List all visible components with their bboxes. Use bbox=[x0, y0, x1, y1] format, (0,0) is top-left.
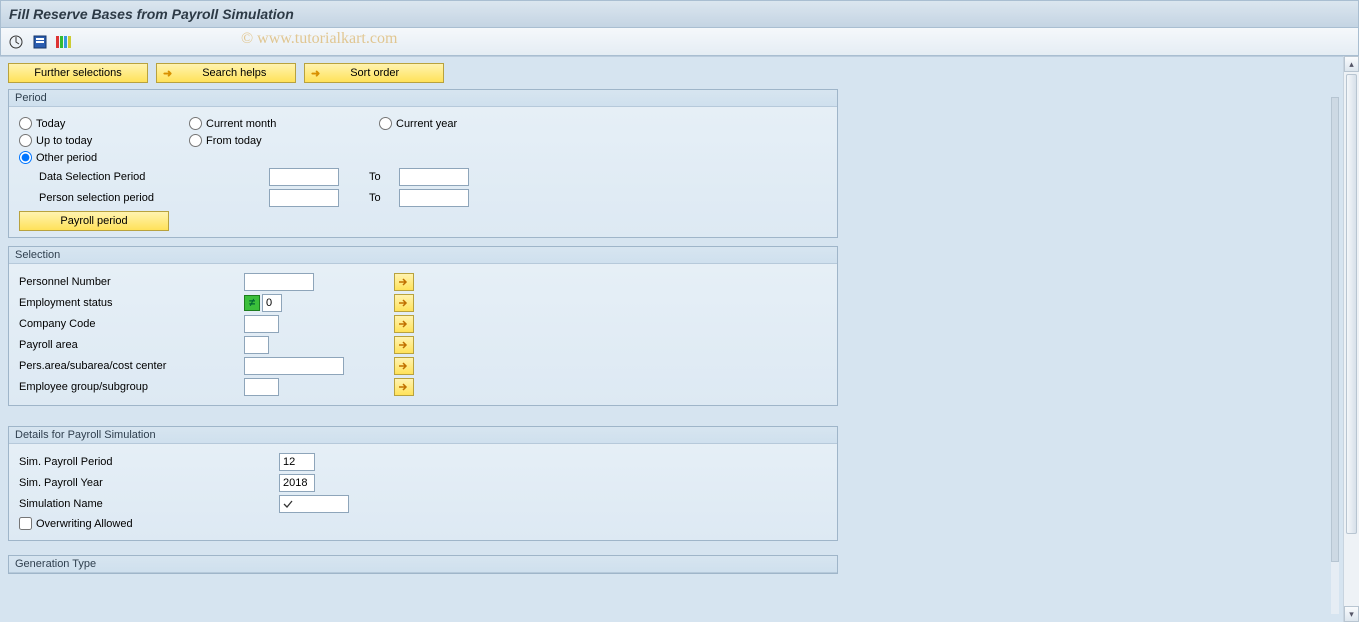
person-selection-from-input[interactable] bbox=[269, 189, 339, 207]
arrow-right-icon: ➜ bbox=[311, 67, 320, 80]
selection-group-title: Selection bbox=[9, 247, 837, 264]
payroll-period-label: Payroll period bbox=[60, 215, 127, 227]
personnel-number-multi-button[interactable] bbox=[394, 273, 414, 291]
sort-order-button[interactable]: ➜ Sort order bbox=[304, 63, 444, 83]
not-equal-icon[interactable]: ≠ bbox=[244, 295, 260, 311]
generation-type-title: Generation Type bbox=[9, 556, 837, 573]
window-scrollbar[interactable]: ▴ ▾ bbox=[1343, 56, 1359, 622]
search-helps-button[interactable]: ➜ Search helps bbox=[156, 63, 296, 83]
main-content: Further selections ➜ Search helps ➜ Sort… bbox=[0, 56, 1359, 622]
period-group: Period Today Current month Current year … bbox=[8, 89, 838, 238]
personnel-number-label: Personnel Number bbox=[19, 276, 244, 288]
scroll-thumb[interactable] bbox=[1346, 74, 1357, 534]
sim-period-input[interactable] bbox=[279, 453, 315, 471]
radio-current-month[interactable]: Current month bbox=[189, 117, 379, 130]
person-selection-period-label: Person selection period bbox=[19, 192, 269, 204]
radio-current-year[interactable]: Current year bbox=[379, 117, 539, 130]
data-selection-to-input[interactable] bbox=[399, 168, 469, 186]
search-helps-label: Search helps bbox=[202, 67, 266, 79]
scroll-down-button[interactable]: ▾ bbox=[1344, 606, 1359, 622]
overwriting-checkbox[interactable] bbox=[19, 517, 32, 530]
sim-period-label: Sim. Payroll Period bbox=[19, 456, 279, 468]
details-group-title: Details for Payroll Simulation bbox=[9, 427, 837, 444]
period-group-title: Period bbox=[9, 90, 837, 107]
pers-area-input[interactable] bbox=[244, 357, 344, 375]
sim-name-label: Simulation Name bbox=[19, 498, 279, 510]
to-label-2: To bbox=[339, 192, 399, 204]
employee-group-multi-button[interactable] bbox=[394, 378, 414, 396]
personnel-number-input[interactable] bbox=[244, 273, 314, 291]
inner-scrollbar[interactable] bbox=[1331, 97, 1339, 614]
further-selections-button[interactable]: Further selections bbox=[8, 63, 148, 83]
inner-scroll-thumb[interactable] bbox=[1331, 97, 1339, 562]
company-code-input[interactable] bbox=[244, 315, 279, 333]
employee-group-label: Employee group/subgroup bbox=[19, 381, 244, 393]
radio-today-label: Today bbox=[36, 118, 65, 130]
employment-status-input[interactable] bbox=[262, 294, 282, 312]
variant-icon[interactable] bbox=[31, 33, 49, 51]
sim-name-input[interactable] bbox=[279, 495, 349, 513]
sort-order-label: Sort order bbox=[350, 67, 399, 79]
payroll-area-input[interactable] bbox=[244, 336, 269, 354]
selection-group: Selection Personnel Number Employment st… bbox=[8, 246, 838, 406]
selection-buttons-row: Further selections ➜ Search helps ➜ Sort… bbox=[8, 63, 1351, 83]
payroll-area-multi-button[interactable] bbox=[394, 336, 414, 354]
watermark-text: © www.tutorialkart.com bbox=[241, 30, 397, 48]
radio-today[interactable]: Today bbox=[19, 117, 189, 130]
radio-up-to-today[interactable]: Up to today bbox=[19, 134, 189, 147]
arrow-right-icon: ➜ bbox=[163, 67, 172, 80]
to-label-1: To bbox=[339, 171, 399, 183]
generation-type-group: Generation Type bbox=[8, 555, 838, 574]
app-toolbar: © www.tutorialkart.com bbox=[0, 28, 1359, 56]
data-selection-period-label: Data Selection Period bbox=[19, 171, 269, 183]
further-selections-label: Further selections bbox=[34, 67, 121, 79]
payroll-area-label: Payroll area bbox=[19, 339, 244, 351]
pers-area-label: Pers.area/subarea/cost center bbox=[19, 360, 244, 372]
employment-status-label: Employment status bbox=[19, 297, 244, 309]
details-group: Details for Payroll Simulation Sim. Payr… bbox=[8, 426, 838, 541]
radio-other-period-label: Other period bbox=[36, 152, 97, 164]
payroll-period-button[interactable]: Payroll period bbox=[19, 211, 169, 231]
radio-from-today-label: From today bbox=[206, 135, 262, 147]
overwriting-label: Overwriting Allowed bbox=[36, 518, 133, 530]
sim-year-label: Sim. Payroll Year bbox=[19, 477, 279, 489]
pers-area-multi-button[interactable] bbox=[394, 357, 414, 375]
radio-current-month-label: Current month bbox=[206, 118, 276, 130]
radio-other-period[interactable]: Other period bbox=[19, 151, 189, 164]
list-icon[interactable] bbox=[55, 33, 73, 51]
required-check-icon bbox=[283, 499, 293, 509]
employment-status-multi-button[interactable] bbox=[394, 294, 414, 312]
employee-group-input[interactable] bbox=[244, 378, 279, 396]
execute-icon[interactable] bbox=[7, 33, 25, 51]
company-code-multi-button[interactable] bbox=[394, 315, 414, 333]
data-selection-from-input[interactable] bbox=[269, 168, 339, 186]
sim-year-input[interactable] bbox=[279, 474, 315, 492]
person-selection-to-input[interactable] bbox=[399, 189, 469, 207]
radio-up-to-today-label: Up to today bbox=[36, 135, 92, 147]
radio-from-today[interactable]: From today bbox=[189, 134, 379, 147]
radio-current-year-label: Current year bbox=[396, 118, 457, 130]
company-code-label: Company Code bbox=[19, 318, 244, 330]
scroll-up-button[interactable]: ▴ bbox=[1344, 56, 1359, 72]
page-title: Fill Reserve Bases from Payroll Simulati… bbox=[9, 6, 294, 22]
window-titlebar: Fill Reserve Bases from Payroll Simulati… bbox=[0, 0, 1359, 28]
